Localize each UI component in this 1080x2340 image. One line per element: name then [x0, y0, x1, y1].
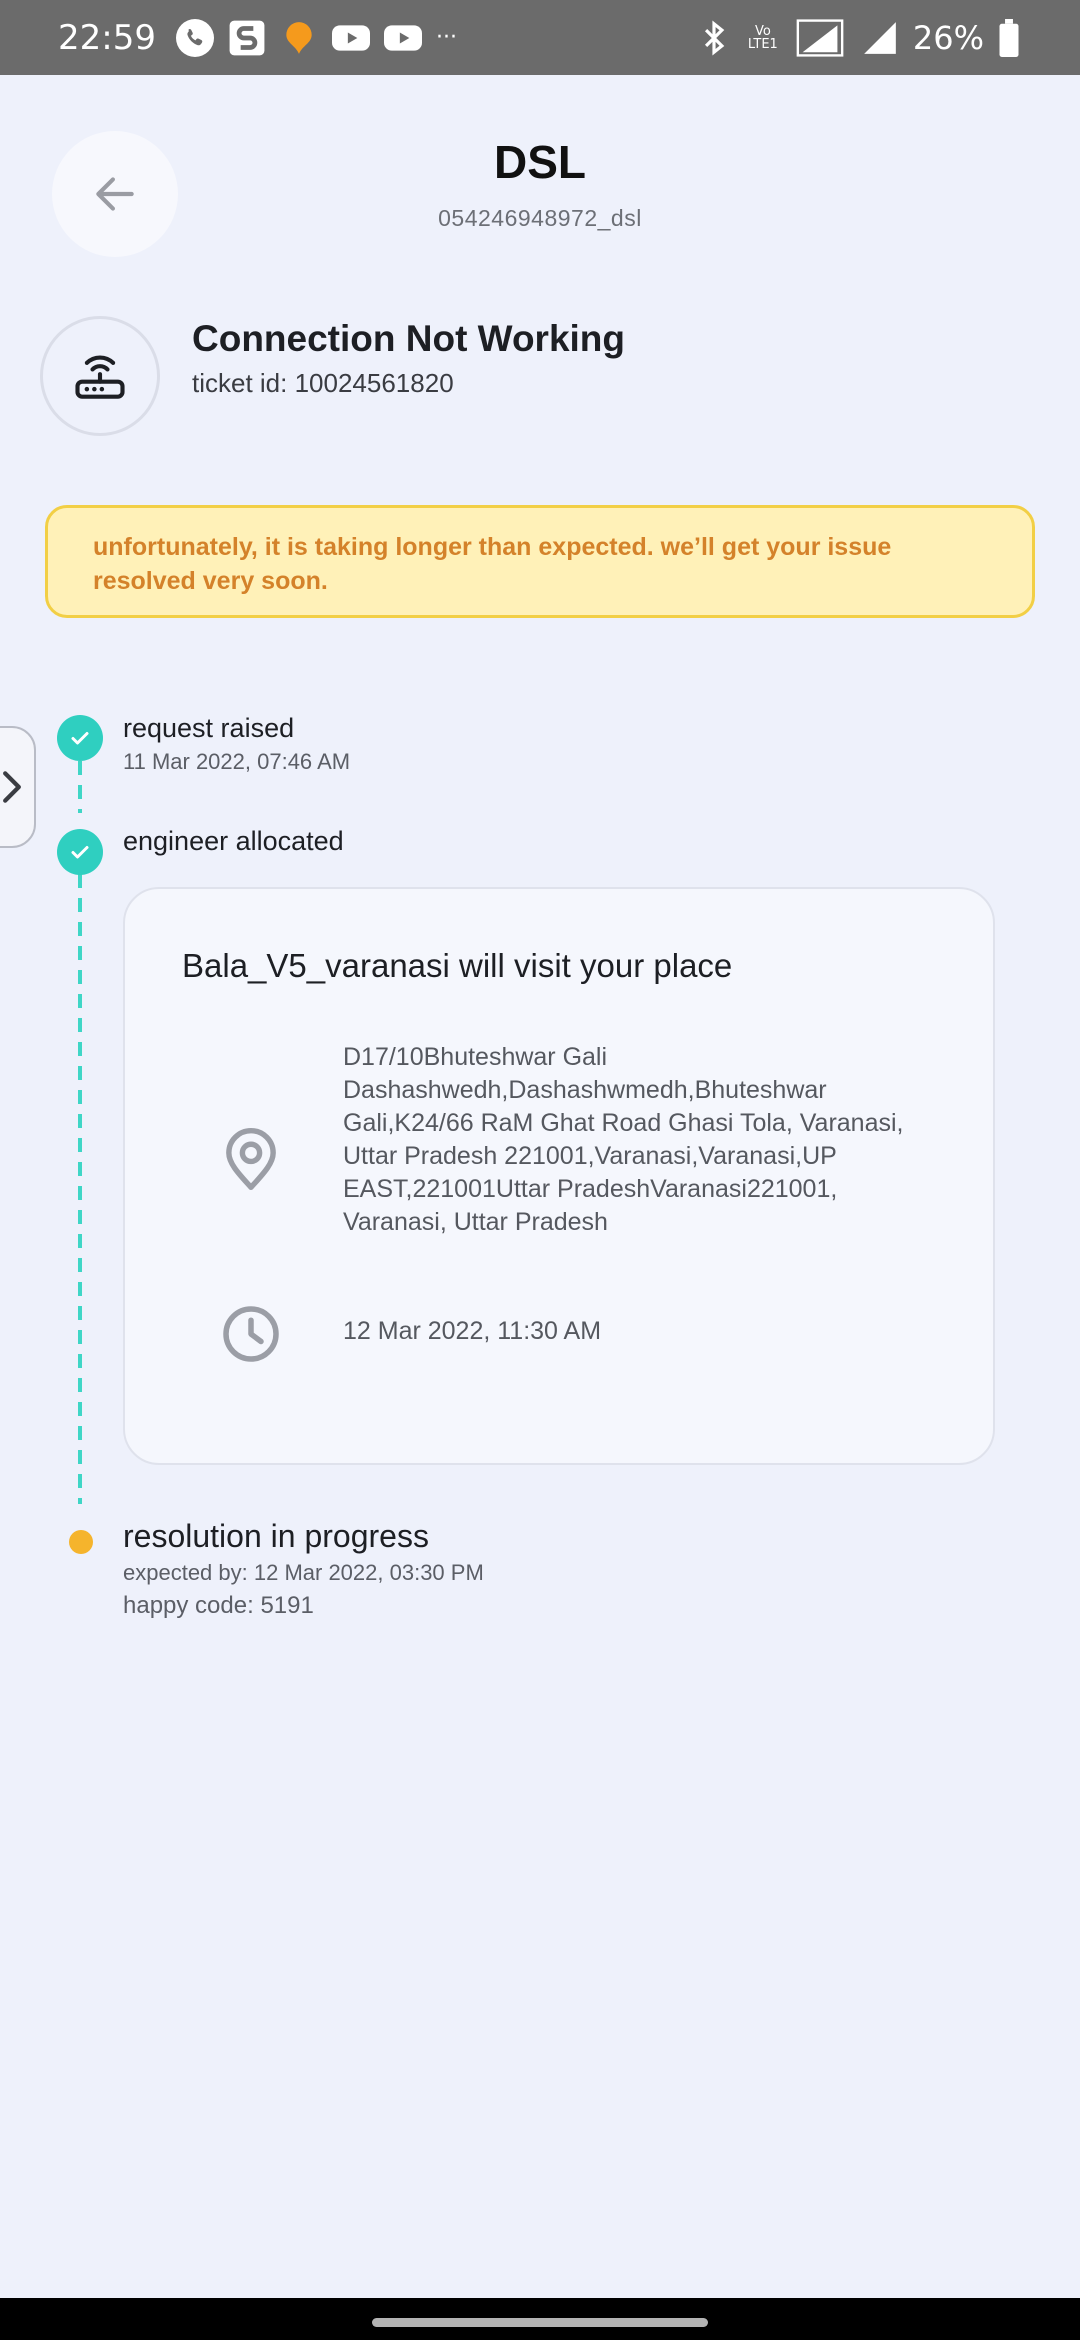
youtube-icon	[331, 19, 370, 57]
home-gesture-pill[interactable]	[372, 2318, 708, 2327]
visit-address: D17/10Bhuteshwar Gali Dashashwedh,Dashas…	[343, 1043, 904, 1236]
bluetooth-icon	[695, 19, 733, 57]
check-icon	[71, 846, 89, 859]
more-notifications-icon: ···	[435, 25, 457, 50]
signal-sim1-icon	[793, 18, 847, 57]
happy-code-text: happy code: 5191	[123, 1592, 314, 1619]
visit-time: 12 Mar 2022, 11:30 AM	[343, 1317, 602, 1345]
side-drawer-handle[interactable]	[0, 726, 36, 848]
signal-sim2-icon	[861, 19, 899, 57]
chat-bubble-icon	[280, 19, 318, 57]
ticket-id: ticket id: 10024561820	[192, 368, 454, 398]
step-pending-dot	[69, 1530, 93, 1554]
timeline-connector	[78, 874, 82, 1504]
expected-by-text: expected by: 12 Mar 2022, 03:30 PM	[123, 1560, 484, 1585]
step-request-raised-label: request raised	[123, 713, 295, 743]
router-icon-badge	[40, 316, 160, 436]
delay-banner-text: unfortunately, it is taking longer than …	[93, 533, 892, 595]
status-time: 22:59	[58, 17, 156, 58]
phone-call-icon	[175, 18, 214, 57]
step-complete-check	[57, 715, 103, 761]
engineer-visit-title: Bala_V5_varanasi will visit your place	[182, 947, 733, 984]
step-engineer-allocated-label: engineer allocated	[123, 826, 344, 856]
router-icon	[75, 355, 125, 399]
volte-icon: Vo LTE1	[747, 23, 778, 52]
account-id: 054246948972_dsl	[438, 205, 642, 231]
status-bar: 22:59 ··· Vo LTE1 26%	[0, 0, 1080, 75]
youtube-icon	[383, 19, 422, 57]
status-bar-left: 22:59 ···	[58, 18, 457, 58]
location-pin-icon	[226, 1127, 276, 1191]
step-resolution-label: resolution in progress	[123, 1518, 429, 1554]
step-complete-check	[57, 829, 103, 875]
ticket-title: Connection Not Working	[192, 318, 625, 359]
s-app-icon	[228, 19, 266, 57]
page-title: DSL	[494, 136, 586, 188]
engineer-visit-card: Bala_V5_varanasi will visit your place D…	[123, 887, 995, 1465]
status-bar-right: Vo LTE1 26%	[695, 18, 1020, 57]
battery-percent: 26%	[912, 18, 984, 57]
clock-icon	[223, 1306, 279, 1362]
delay-banner: unfortunately, it is taking longer than …	[45, 505, 1035, 618]
battery-icon	[998, 18, 1020, 57]
check-icon	[71, 732, 89, 745]
step-request-raised-time: 11 Mar 2022, 07:46 AM	[123, 749, 351, 774]
timeline-connector	[78, 761, 82, 813]
chevron-right-icon	[3, 771, 21, 803]
